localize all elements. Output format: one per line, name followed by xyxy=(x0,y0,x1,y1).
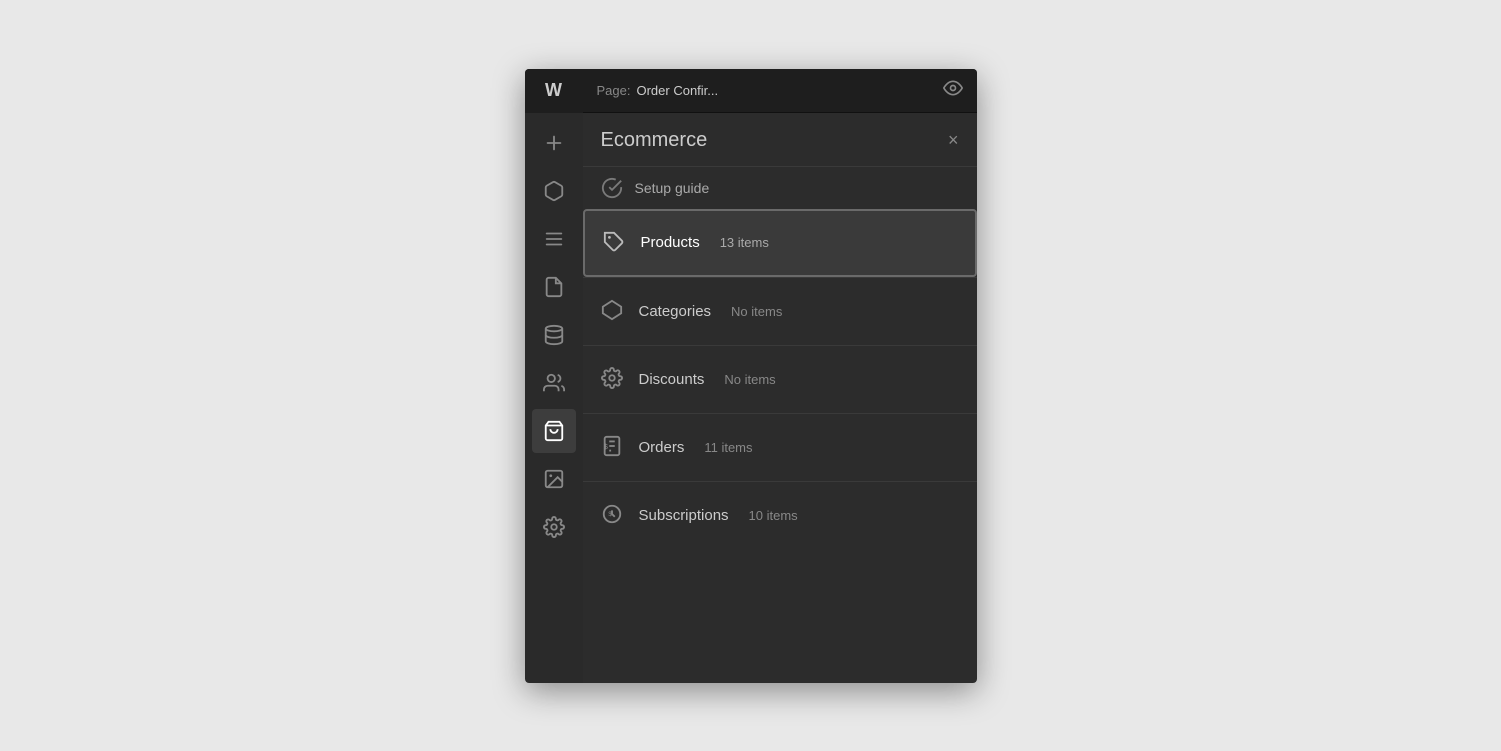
menu-item-categories[interactable]: Categories No items xyxy=(583,277,977,345)
sidebar-settings-button[interactable] xyxy=(532,505,576,549)
panel-title: Ecommerce xyxy=(601,129,708,152)
database-icon xyxy=(543,324,565,346)
gear-badge-svg xyxy=(601,367,623,389)
subscriptions-label: Subscriptions xyxy=(639,507,729,524)
w-logo: W xyxy=(545,80,562,101)
sidebar-top-bar: W xyxy=(525,69,583,113)
categories-count: No items xyxy=(731,304,782,319)
settings-icon xyxy=(543,516,565,538)
sidebar-add-button[interactable] xyxy=(532,121,576,165)
panel-title-bar: Ecommerce × xyxy=(583,113,977,166)
sidebar-icons-container xyxy=(525,113,583,549)
setup-guide-row[interactable]: Setup guide xyxy=(583,166,977,209)
tag-svg xyxy=(603,231,625,253)
subscription-svg: $ xyxy=(601,503,623,525)
sidebar-image-button[interactable] xyxy=(532,457,576,501)
subscriptions-count: 10 items xyxy=(749,508,798,523)
panel-header: Page: Order Confir... xyxy=(583,69,977,113)
sidebar-file-button[interactable] xyxy=(532,265,576,309)
page-name: Order Confir... xyxy=(636,83,718,98)
checkmark-svg xyxy=(601,177,623,199)
sidebar-list-button[interactable] xyxy=(532,217,576,261)
sidebar: W xyxy=(525,69,583,683)
orders-icon: $ xyxy=(601,435,625,459)
products-label: Products xyxy=(641,234,700,251)
cart-icon xyxy=(543,420,565,442)
sidebar-database-button[interactable] xyxy=(532,313,576,357)
menu-item-products[interactable]: Products 13 items xyxy=(583,209,977,277)
products-count: 13 items xyxy=(720,235,769,250)
products-icon xyxy=(603,231,627,255)
users-icon xyxy=(543,372,565,394)
app-window: W xyxy=(525,69,977,683)
orders-label: Orders xyxy=(639,439,685,456)
check-circle-icon xyxy=(601,177,623,199)
add-icon xyxy=(543,132,565,154)
discounts-count: No items xyxy=(724,372,775,387)
discounts-label: Discounts xyxy=(639,371,705,388)
page-label: Page: xyxy=(597,83,631,98)
box-icon xyxy=(543,180,565,202)
discounts-icon xyxy=(601,367,625,391)
file-icon xyxy=(543,276,565,298)
close-button[interactable]: × xyxy=(948,131,959,149)
menu-item-subscriptions[interactable]: $ Subscriptions 10 items xyxy=(583,481,977,549)
svg-text:$: $ xyxy=(608,511,612,518)
preview-eye-icon[interactable] xyxy=(943,78,963,103)
receipt-svg: $ xyxy=(601,435,623,457)
setup-guide-label: Setup guide xyxy=(635,180,710,196)
menu-item-orders[interactable]: $ Orders 11 items xyxy=(583,413,977,481)
list-icon xyxy=(543,228,565,250)
panel-content: Ecommerce × Setup guide xyxy=(583,113,977,683)
eye-svg xyxy=(943,78,963,98)
menu-item-discounts[interactable]: Discounts No items xyxy=(583,345,977,413)
image-icon xyxy=(543,468,565,490)
categories-label: Categories xyxy=(639,303,712,320)
svg-text:$: $ xyxy=(603,442,607,451)
sidebar-users-button[interactable] xyxy=(532,361,576,405)
sidebar-box-button[interactable] xyxy=(532,169,576,213)
categories-icon xyxy=(601,299,625,323)
hexagon-svg xyxy=(601,299,623,321)
orders-count: 11 items xyxy=(704,440,752,455)
main-panel: Page: Order Confir... Ecommerce × xyxy=(583,69,977,683)
subscriptions-icon: $ xyxy=(601,503,625,527)
sidebar-cart-button[interactable] xyxy=(532,409,576,453)
